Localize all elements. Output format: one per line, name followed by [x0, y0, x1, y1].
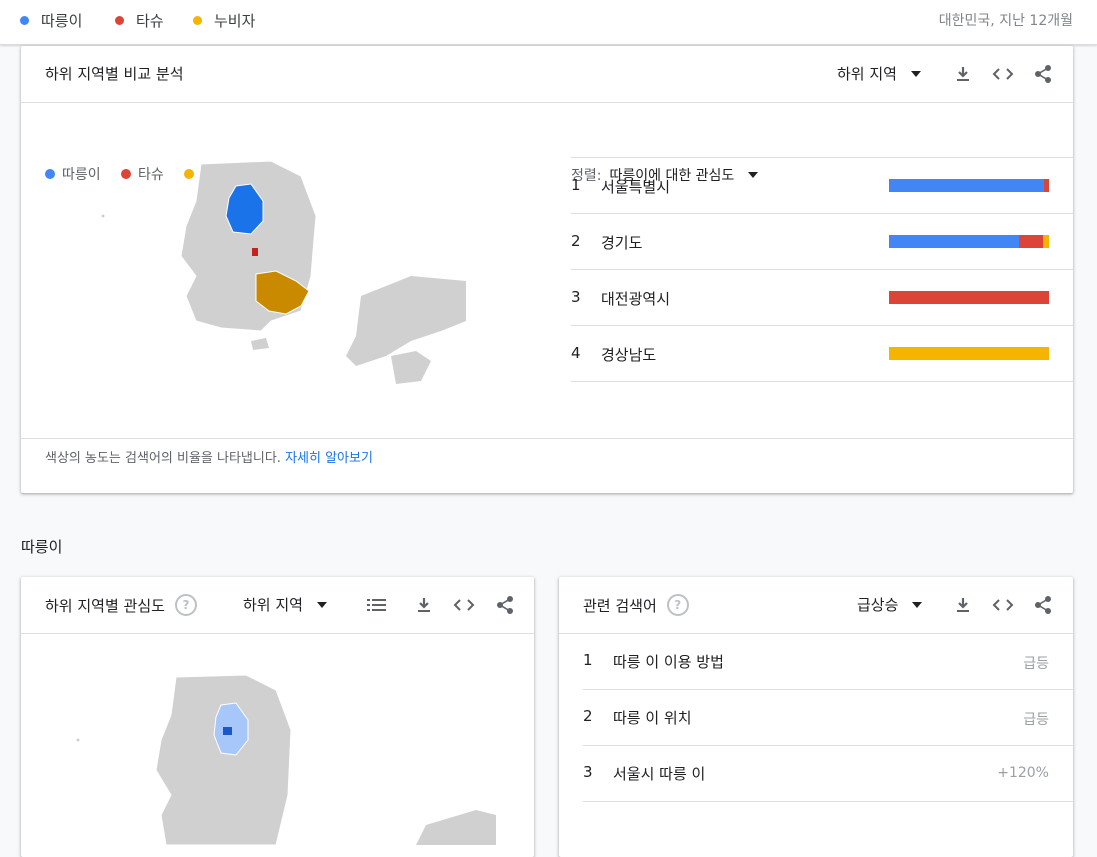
- rise-value: +120%: [997, 765, 1049, 781]
- share-icon[interactable]: [1031, 62, 1055, 86]
- legend-dot-icon: [193, 16, 202, 25]
- query-text: 따릉 이 이용 방법: [613, 653, 724, 671]
- embed-icon[interactable]: [452, 593, 476, 617]
- share-bar-segment: [889, 235, 1019, 248]
- dropdown-label: 급상승: [857, 596, 899, 614]
- share-icon[interactable]: [493, 593, 517, 617]
- card-header: 하위 지역별 비교 분석 하위 지역: [21, 46, 1073, 103]
- embed-icon[interactable]: [991, 593, 1015, 617]
- legend-dot-icon: [45, 169, 55, 179]
- subregion-dropdown[interactable]: 하위 지역: [243, 594, 327, 615]
- help-icon[interactable]: ?: [174, 594, 197, 616]
- caret-down-icon: [912, 601, 923, 608]
- region-name: 경기도: [601, 234, 643, 252]
- region-name: 경상남도: [601, 346, 657, 364]
- rank-number: 1: [571, 176, 581, 194]
- share-bar: [889, 347, 1049, 360]
- legend-label: 누비자: [214, 12, 256, 30]
- share-bar-segment: [1018, 235, 1043, 248]
- divider: [571, 381, 1073, 382]
- rising-dropdown[interactable]: 급상승: [857, 594, 923, 615]
- subregion-dropdown[interactable]: 하위 지역: [837, 63, 921, 84]
- rank-number: 2: [571, 232, 581, 250]
- share-icon[interactable]: [1031, 593, 1055, 617]
- embed-icon[interactable]: [991, 62, 1015, 86]
- ranking-row[interactable]: 4 경상남도: [571, 325, 1073, 382]
- card-header: 하위 지역별 관심도 ? 하위 지역: [21, 577, 534, 634]
- rank-number: 2: [583, 707, 593, 725]
- section-title: 따릉이: [21, 538, 63, 556]
- rank-number: 1: [583, 651, 593, 669]
- card-title: 관련 검색어: [583, 596, 657, 615]
- related-query-row[interactable]: 3 서울시 따릉 이 +120%: [583, 745, 1073, 802]
- card-title: 하위 지역별 비교 분석: [45, 65, 184, 83]
- dropdown-label: 하위 지역: [243, 596, 303, 614]
- rank-number: 4: [571, 344, 581, 362]
- caret-down-icon: [910, 70, 921, 77]
- rise-value: 급등: [1023, 656, 1049, 672]
- download-icon[interactable]: [412, 593, 436, 617]
- korea-region-map[interactable]: [101, 156, 471, 386]
- legend-dot-icon: [20, 16, 29, 25]
- card-title-wrap: 하위 지역별 관심도 ?: [45, 594, 197, 616]
- legend-item-2[interactable]: 타슈: [115, 10, 164, 31]
- share-bar-segment: [1044, 179, 1049, 192]
- map-legend-item-1: 따릉이: [45, 164, 101, 184]
- share-bar-segment: [889, 179, 1045, 192]
- share-bar: [889, 179, 1049, 192]
- caret-down-icon: [316, 601, 327, 608]
- region-name: 서울특별시: [601, 178, 671, 196]
- korea-interest-map[interactable]: [76, 675, 496, 845]
- region-name: 대전광역시: [601, 290, 671, 308]
- download-icon[interactable]: [951, 62, 975, 86]
- legend-item-1[interactable]: 따릉이: [20, 10, 82, 31]
- dropdown-label: 하위 지역: [837, 65, 897, 83]
- legend-label: 따릉이: [41, 12, 83, 30]
- divider: [21, 438, 1073, 439]
- note-text: 색상의 농도는 검색어의 비율을 나타냅니다.: [45, 451, 286, 466]
- share-bar: [889, 235, 1049, 248]
- download-icon[interactable]: [951, 593, 975, 617]
- ranking-row[interactable]: 3 대전광역시: [571, 269, 1073, 326]
- legend-label: 타슈: [136, 12, 164, 30]
- share-bar-segment: [1042, 235, 1049, 248]
- list-view-icon[interactable]: [365, 593, 389, 617]
- region-period-note: 대한민국, 지난 12개월: [938, 13, 1073, 29]
- comparison-legend-bar: 따릉이 타슈 누비자 대한민국, 지난 12개월: [0, 0, 1097, 45]
- card-title-wrap: 관련 검색어 ?: [583, 594, 689, 616]
- learn-more-link[interactable]: 자세히 알아보기: [285, 451, 373, 466]
- legend-label: 따릉이: [62, 167, 101, 183]
- ranking-row[interactable]: 2 경기도: [571, 213, 1073, 270]
- legend-dot-icon: [115, 16, 124, 25]
- legend-item-3[interactable]: 누비자: [193, 10, 255, 31]
- share-bar-segment: [889, 291, 1049, 304]
- rank-number: 3: [571, 288, 581, 306]
- rise-value: 급등: [1023, 712, 1049, 728]
- card-header: 관련 검색어 ? 급상승: [559, 577, 1073, 634]
- interest-by-subregion-card: 하위 지역별 관심도 ? 하위 지역: [21, 577, 534, 857]
- help-icon[interactable]: ?: [666, 594, 689, 616]
- related-queries-card: 관련 검색어 ? 급상승 1 따릉 이 이용 방법 급등 2 따릉 이 위치 급등 3 서울시…: [559, 577, 1073, 857]
- related-query-row[interactable]: 1 따릉 이 이용 방법 급등: [583, 633, 1073, 690]
- ranking-row[interactable]: 1 서울특별시: [571, 157, 1073, 214]
- share-bar-segment: [889, 347, 1049, 360]
- query-text: 따릉 이 위치: [613, 709, 692, 727]
- color-intensity-note: 색상의 농도는 검색어의 비율을 나타냅니다. 자세히 알아보기: [45, 447, 373, 466]
- related-query-row[interactable]: 2 따릉 이 위치 급등: [583, 689, 1073, 746]
- query-text: 서울시 따릉 이: [613, 765, 706, 783]
- card-title: 하위 지역별 관심도: [45, 596, 165, 615]
- rank-number: 3: [583, 763, 593, 781]
- share-bar: [889, 291, 1049, 304]
- compare-by-subregion-card: 하위 지역별 비교 분석 하위 지역 따릉이 타슈 누비자 색상의 농도는 검색…: [21, 46, 1073, 493]
